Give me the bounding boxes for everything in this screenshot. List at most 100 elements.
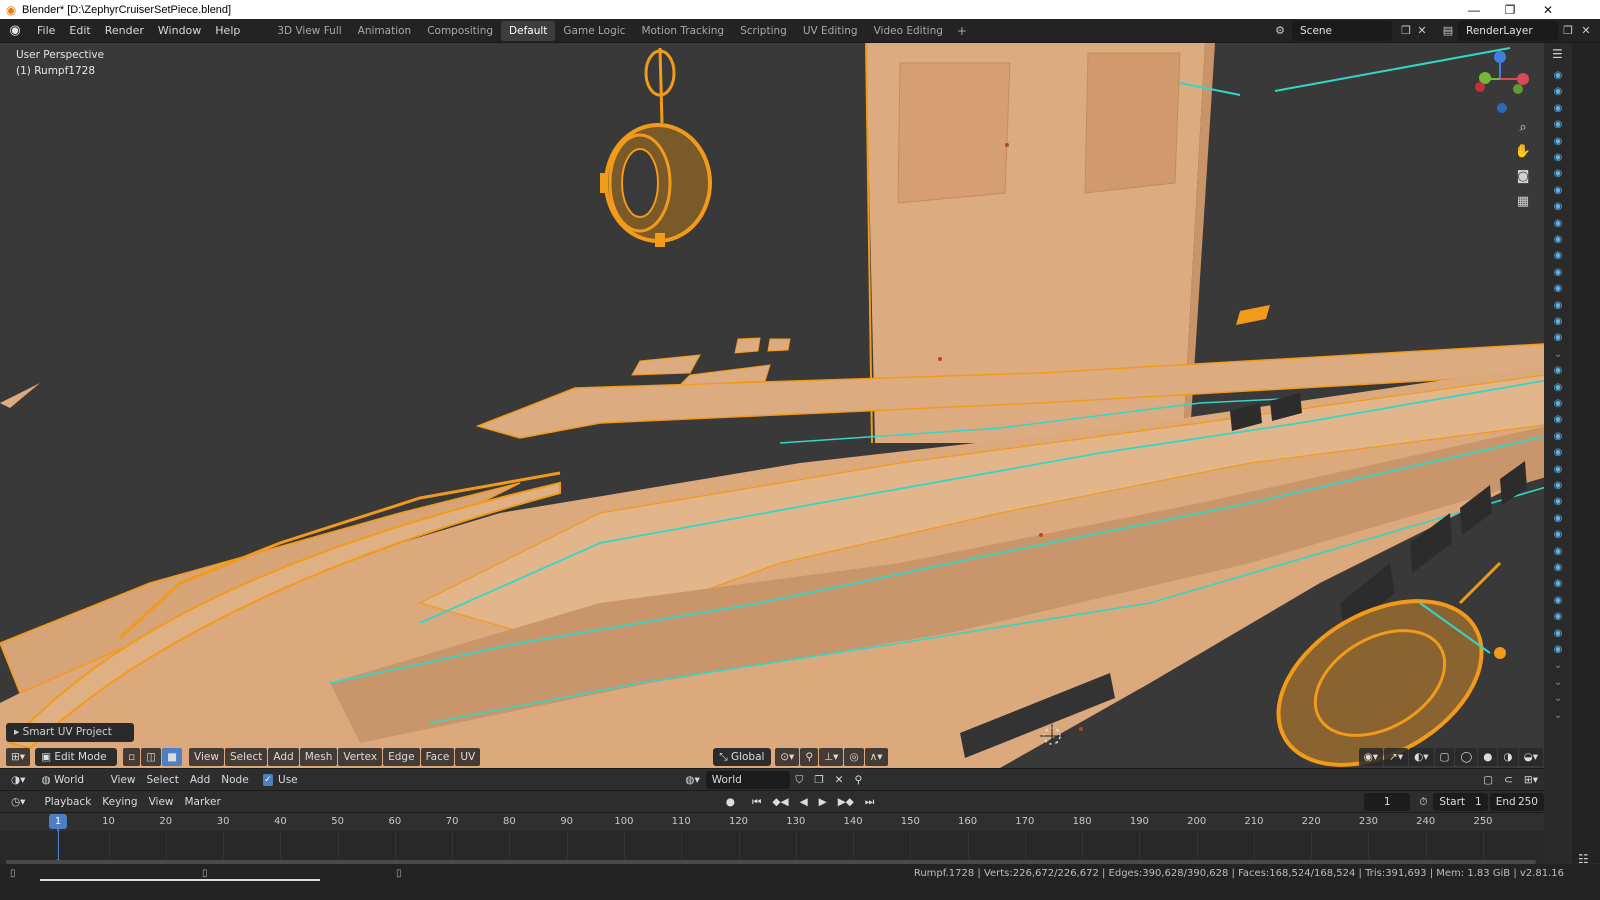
add-workspace-icon[interactable]: + [951,24,973,38]
solid-shading-icon[interactable]: ● [1478,748,1498,766]
menu-window[interactable]: Window [151,19,208,43]
visibility-eye-icon[interactable]: ◉ [1552,595,1564,606]
camera-icon[interactable]: ◙ [1512,166,1534,188]
snap-target-icon[interactable]: ⊥▾ [819,748,844,766]
menu-vertex[interactable]: Vertex [338,748,383,766]
visibility-eye-icon[interactable]: ◉ [1552,136,1564,147]
start-frame-field[interactable]: Start 1 [1433,792,1488,811]
visibility-eye-icon[interactable]: ◉ [1552,612,1564,622]
timeline-menu-view[interactable]: View [144,793,179,811]
visibility-eye-icon[interactable]: ◉ [1552,366,1564,376]
proportional-edit-icon[interactable]: ◎ [844,748,864,766]
visibility-eye-icon[interactable]: ◉ [1552,399,1564,409]
navigation-gizmo[interactable] [1475,51,1529,113]
delete-scene-icon[interactable]: ✕ [1414,23,1430,39]
world-name-field[interactable]: World [705,770,791,789]
fake-user-icon[interactable]: ⛉ [790,771,808,789]
edge-select-icon[interactable]: ◫ [141,748,162,766]
jump-start-icon[interactable]: ⏮ [747,793,766,811]
node-editor-type-icon[interactable]: ◑▾ [6,771,30,789]
jump-keyframe-back-icon[interactable]: ◆◀ [767,793,793,811]
menu-add[interactable]: Add [268,748,299,766]
visibility-eye-icon[interactable]: ◉ [1552,284,1564,294]
visibility-eye-icon[interactable]: ◉ [1552,464,1564,475]
visibility-eye-icon[interactable]: ◉ [1552,103,1564,114]
visibility-eye-icon[interactable]: ◉ [1552,448,1564,458]
ortho-grid-icon[interactable]: ▦ [1512,191,1534,213]
pan-hand-icon[interactable]: ✋ [1512,141,1534,163]
snap-icon[interactable]: ⚲ [800,748,819,766]
overlay-icon[interactable]: ◐▾ [1409,748,1434,766]
tab-compositing[interactable]: Compositing [419,21,501,41]
visibility-eye-icon[interactable]: ◉ [1552,579,1564,589]
visibility-eye-icon[interactable]: ⌄ [1552,661,1564,671]
menu-mesh[interactable]: Mesh [299,748,338,766]
menu-help[interactable]: Help [208,19,247,43]
visibility-eye-icon[interactable]: ◉ [1552,546,1564,557]
last-operator-panel[interactable]: ▸ Smart UV Project [6,723,134,742]
pivot-icon[interactable]: ⊙▾ [775,748,800,766]
properties-icon[interactable]: ☷ [1578,852,1589,866]
material-shading-icon[interactable]: ◑ [1498,748,1518,766]
jump-end-icon[interactable]: ⏭ [860,793,879,811]
visibility-eye-icon[interactable]: ◉ [1552,481,1564,491]
editor-type-icon[interactable]: ⊞▾ [6,748,31,766]
menu-render[interactable]: Render [98,19,151,43]
mode-selector[interactable]: ▣ Edit Mode ▾ [35,748,118,781]
wireframe-shading-icon[interactable]: ◯ [1455,748,1478,766]
node-menu-select[interactable]: Select [142,771,184,789]
node-overlay-icon[interactable]: ⊞▾ [1519,771,1543,789]
pin-icon[interactable]: ⚲ [849,771,867,789]
node-menu-add[interactable]: Add [185,771,215,789]
visibility-eye-icon[interactable]: ⌄ [1552,349,1564,360]
timeline-menu-marker[interactable]: Marker [180,793,226,811]
menu-edit[interactable]: Edit [62,19,97,43]
menu-view[interactable]: View [189,748,224,766]
tab-uv-editing[interactable]: UV Editing [795,21,866,41]
visibility-eye-icon[interactable]: ⌄ [1552,694,1564,704]
render-layer-selector[interactable]: RenderLayer [1458,21,1558,41]
shader-type-selector[interactable]: ◍ World ▾ [35,770,98,804]
visibility-eye-icon[interactable]: ◉ [1552,563,1564,573]
visibility-eye-icon[interactable]: ◉ [1552,317,1564,327]
minimize-icon[interactable]: — [1456,0,1492,19]
xray-icon[interactable]: ▢ [1434,748,1455,766]
falloff-icon[interactable]: ∧▾ [864,748,888,766]
visibility-eye-icon[interactable]: ◉ [1552,333,1564,343]
visibility-eye-icon[interactable]: ◉ [1552,497,1564,507]
visibility-eye-icon[interactable]: ◉ [1552,235,1564,245]
transform-orientation-selector[interactable]: ⤡ Global [713,748,772,766]
visibility-eye-icon[interactable]: ◉ [1552,169,1564,179]
new-render-layer-icon[interactable]: ❐ [1560,23,1576,39]
current-frame-field[interactable]: 1 [1364,792,1411,811]
zoom-icon[interactable]: ⌕ [1512,117,1534,139]
stopwatch-icon[interactable]: ⏱ [1414,793,1432,811]
visibility-eye-icon[interactable]: ◉ [1552,628,1564,639]
blender-logo-icon[interactable]: ◉ [0,23,30,38]
gizmo-toggle-icon[interactable]: ↗▾ [1384,748,1409,766]
menu-uv[interactable]: UV [455,748,481,766]
visibility-eye-icon[interactable]: ◉ [1552,71,1564,81]
visibility-eye-icon[interactable]: ◉ [1552,267,1564,278]
scene-icon[interactable]: ⚙ [1272,23,1288,39]
outliner-strip[interactable] [1544,43,1572,843]
visibility-eye-icon[interactable]: ⌄ [1552,677,1564,688]
menu-edge[interactable]: Edge [383,748,420,766]
frame-ruler[interactable]: 10 20 30 40 50 60 70 80 90 100 110 120 130 140 150 160 1… [0,813,1544,831]
play-reverse-icon[interactable]: ◀ [795,793,813,811]
tab-default[interactable]: Default [501,20,556,41]
3d-viewport[interactable]: User Perspective (1) Rumpf1728 ⌕ ✋ ◙ ▦ ▸… [0,43,1572,768]
delete-render-layer-icon[interactable]: ✕ [1578,23,1594,39]
timeline-editor-type-icon[interactable]: ◷▾ [6,793,30,811]
node-menu-node[interactable]: Node [216,771,253,789]
visibility-icon[interactable]: ◉▾ [1358,748,1384,766]
new-world-icon[interactable]: ❐ [809,771,828,789]
visibility-eye-icon[interactable]: ◉ [1552,185,1564,196]
render-layer-icon[interactable]: ▤ [1440,23,1456,39]
visibility-eye-icon[interactable]: ◉ [1552,513,1564,524]
timeline-menu-keying[interactable]: Keying ▾ [97,793,142,826]
vertex-select-icon[interactable]: ▫ [123,748,141,766]
tab-animation[interactable]: Animation [350,21,420,41]
visibility-eye-icon[interactable]: ⌄ [1552,710,1564,721]
visibility-eye-icon[interactable]: ◉ [1552,530,1564,540]
